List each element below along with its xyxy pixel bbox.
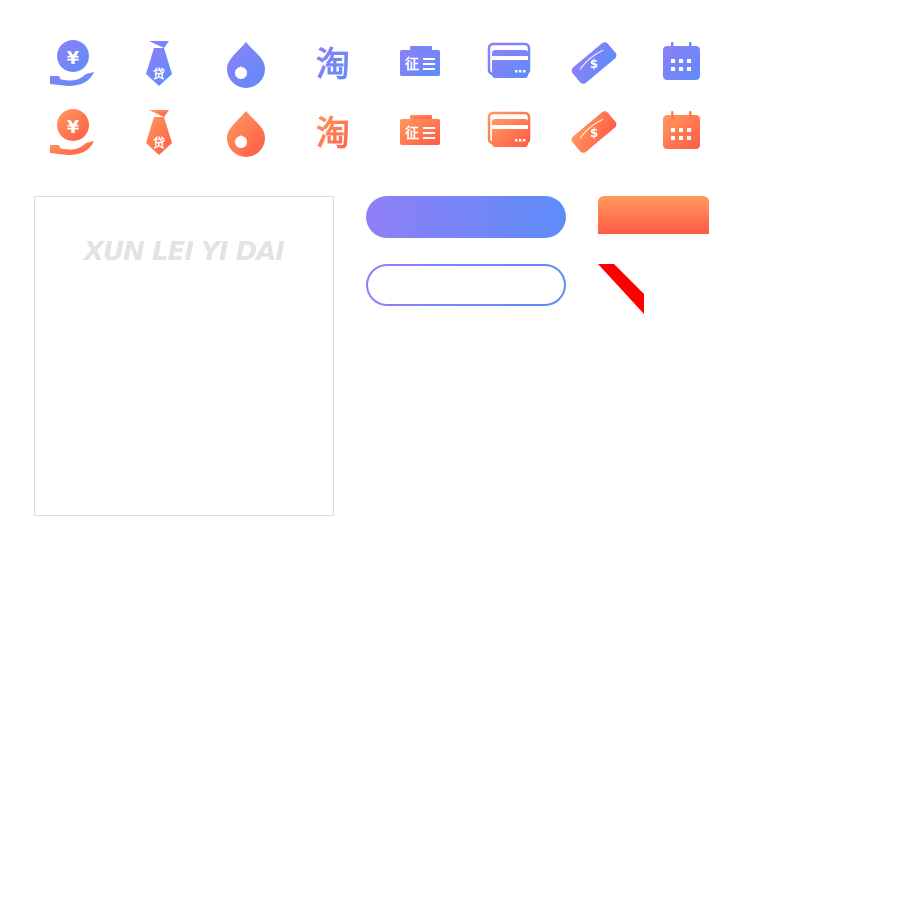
loan-glyph: 贷 <box>153 66 165 81</box>
yuan-hand-icon: ¥ <box>48 107 98 157</box>
water-drop-icon <box>221 38 271 88</box>
money-note-icon: $ <box>569 38 619 88</box>
money-note-icon: $ <box>569 107 619 157</box>
yuan-glyph: ¥ <box>67 117 80 138</box>
dollar-glyph: $ <box>590 57 598 71</box>
calendar-icon <box>656 38 706 88</box>
orange-tab[interactable] <box>598 196 709 234</box>
brand-card: XUN LEI YI DAI <box>34 196 334 516</box>
taobao-glyph: 淘 <box>316 114 350 154</box>
loan-tie-icon: 贷 <box>134 107 184 157</box>
credit-glyph: 征 <box>405 56 419 73</box>
brand-watermark: XUN LEI YI DAI <box>84 237 285 267</box>
credit-glyph: 征 <box>405 125 419 142</box>
yuan-hand-icon: ¥ <box>48 38 98 88</box>
dollar-glyph: $ <box>590 126 598 140</box>
taobao-icon: 淘 <box>308 107 358 157</box>
gradient-outline-button[interactable] <box>366 264 566 306</box>
corner-ribbon <box>598 264 644 314</box>
water-drop-icon <box>221 107 271 157</box>
loan-glyph: 贷 <box>153 135 165 150</box>
credit-report-icon: 征 <box>395 107 445 157</box>
taobao-glyph: 淘 <box>316 45 350 85</box>
credit-report-icon: 征 <box>395 38 445 88</box>
bank-card-icon <box>482 107 532 157</box>
gradient-filled-button[interactable] <box>366 196 566 238</box>
calendar-icon <box>656 107 706 157</box>
loan-tie-icon: 贷 <box>134 38 184 88</box>
taobao-icon: 淘 <box>308 38 358 88</box>
bank-card-icon <box>482 38 532 88</box>
yuan-glyph: ¥ <box>67 48 80 69</box>
